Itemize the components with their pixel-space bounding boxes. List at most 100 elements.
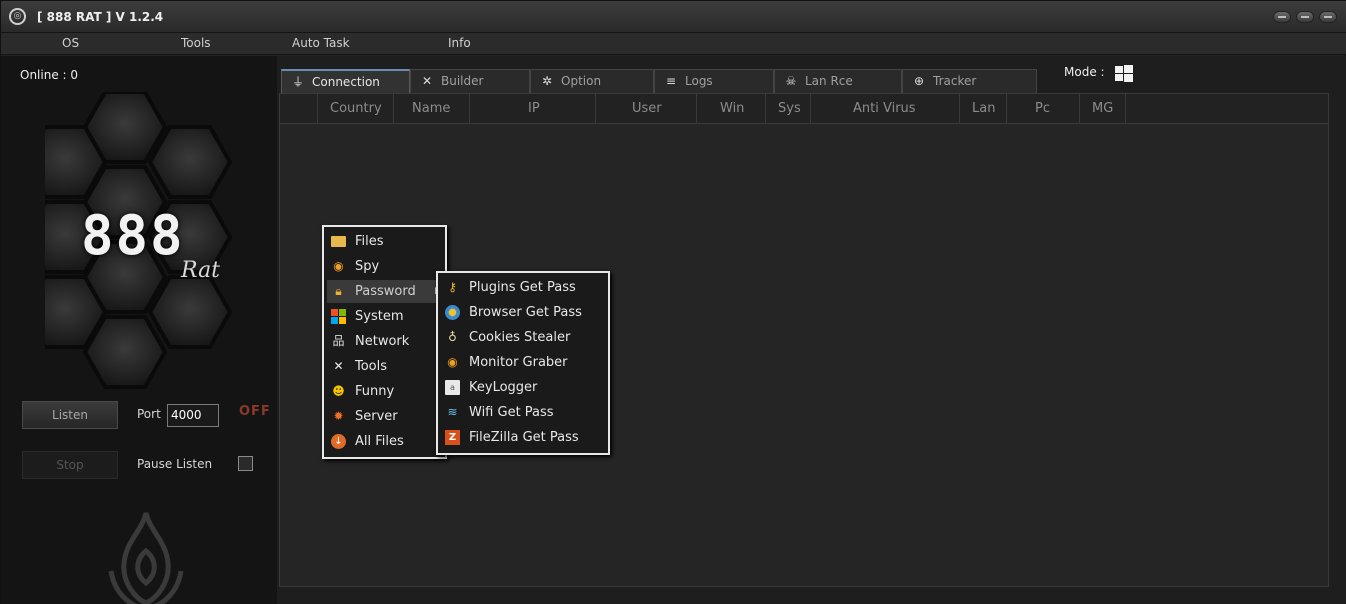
menu-os[interactable]: OS	[62, 36, 79, 50]
menu-item-all-files[interactable]: ↓ All Files	[327, 430, 444, 453]
menu-item-system-label: System	[355, 309, 404, 324]
tab-connection-label: Connection	[312, 75, 380, 89]
column-country[interactable]: Country	[318, 94, 394, 124]
list-header: Country Name IP User Win Sys Anti Virus …	[280, 94, 1328, 124]
mode-label: Mode :	[1064, 65, 1105, 79]
plug-icon: ⏚	[291, 75, 304, 89]
submenu-item-cookies-stealer-label: Cookies Stealer	[469, 330, 571, 345]
menu-item-all-files-label: All Files	[355, 434, 404, 449]
key-icon: ⚷	[448, 280, 457, 294]
menu-item-password-label: Password	[355, 284, 416, 299]
window-controls	[1273, 11, 1337, 23]
app-icon: ◎	[9, 8, 26, 25]
menu-item-funny[interactable]: ☻ Funny	[327, 380, 444, 403]
pause-listen-label: Pause Listen	[137, 457, 213, 471]
submenu-item-wifi-get-pass[interactable]: ≋ Wifi Get Pass	[441, 401, 607, 424]
menu-item-network-label: Network	[355, 334, 410, 349]
menu-item-server-label: Server	[355, 409, 398, 424]
menu-item-network[interactable]: 品 Network	[327, 330, 444, 353]
column-lan[interactable]: Lan	[960, 94, 1007, 124]
pause-listen-checkbox[interactable]	[238, 456, 253, 471]
menu-item-spy[interactable]: ◉ Spy	[327, 255, 444, 278]
column-pc[interactable]: Pc	[1007, 94, 1080, 124]
tab-lan-rce[interactable]: ☠ Lan Rce	[774, 69, 902, 93]
logo-888: 888	[81, 204, 185, 267]
sun-icon: ✹	[333, 409, 344, 423]
tools-icon: ✕	[421, 74, 433, 88]
submenu-item-filezilla-get-pass[interactable]: Z FileZilla Get Pass	[441, 426, 607, 449]
menu-item-tools[interactable]: ✕ Tools	[327, 355, 444, 378]
menu-item-tools-label: Tools	[355, 359, 388, 374]
tab-option[interactable]: ✲ Option	[530, 69, 654, 93]
submenu-item-plugins-get-pass-label: Plugins Get Pass	[469, 280, 576, 295]
eye-icon: ◉	[333, 259, 344, 273]
menu-item-funny-label: Funny	[355, 384, 395, 399]
tab-logs-label: Logs	[685, 74, 713, 88]
menu-item-spy-label: Spy	[355, 259, 380, 274]
maximize-button[interactable]	[1296, 11, 1314, 23]
online-count: Online : 0	[20, 68, 79, 82]
submenu-item-monitor-graber-label: Monitor Graber	[469, 355, 568, 370]
menu-item-server[interactable]: ✹ Server	[327, 405, 444, 428]
column-name[interactable]: Name	[394, 94, 470, 124]
column-sys[interactable]: Sys	[766, 94, 811, 124]
tab-lan-rce-label: Lan Rce	[805, 74, 853, 88]
submenu-item-cookies-stealer[interactable]: ♁ Cookies Stealer	[441, 326, 607, 349]
tools-icon: ✕	[333, 359, 344, 373]
column-blank[interactable]	[280, 94, 318, 124]
menu-auto-task[interactable]: Auto Task	[292, 36, 350, 50]
menu-tools[interactable]: Tools	[181, 36, 211, 50]
submenu-item-keylogger[interactable]: a KeyLogger	[441, 376, 607, 399]
flame-logo-icon	[108, 512, 184, 604]
close-button[interactable]	[1319, 11, 1337, 23]
column-ip[interactable]: IP	[470, 94, 596, 124]
windows-mode-icon[interactable]	[1115, 65, 1133, 82]
title-bar: ◎ [ 888 RAT ] V 1.2.4	[1, 1, 1346, 33]
submenu-item-keylogger-label: KeyLogger	[469, 380, 538, 395]
stop-button[interactable]: Stop	[22, 451, 118, 479]
keyboard-icon: a	[445, 380, 460, 395]
tab-builder-label: Builder	[441, 74, 484, 88]
column-mg[interactable]: MG	[1080, 94, 1126, 124]
tab-connection[interactable]: ⏚ Connection	[281, 69, 410, 93]
column-win[interactable]: Win	[697, 94, 766, 124]
port-input[interactable]: 4000	[167, 404, 219, 427]
submenu-item-browser-get-pass-label: Browser Get Pass	[469, 305, 582, 320]
windows-icon	[331, 309, 346, 324]
tab-tracker-label: Tracker	[933, 74, 977, 88]
submenu-item-browser-get-pass[interactable]: ● Browser Get Pass	[441, 301, 607, 324]
menu-bar: OS Tools Auto Task Info	[1, 33, 1346, 55]
submenu-item-plugins-get-pass[interactable]: ⚷ Plugins Get Pass	[441, 276, 607, 299]
tab-builder[interactable]: ✕ Builder	[410, 69, 530, 93]
wifi-icon: ≋	[447, 405, 458, 419]
submenu-item-monitor-graber[interactable]: ◉ Monitor Graber	[441, 351, 607, 374]
folder-icon	[331, 236, 346, 247]
globe-icon: ●	[445, 305, 460, 320]
minimize-button[interactable]	[1273, 11, 1291, 23]
menu-item-system[interactable]: System	[327, 305, 444, 328]
submenu-item-wifi-get-pass-label: Wifi Get Pass	[469, 405, 554, 420]
menu-item-files[interactable]: Files	[327, 230, 444, 253]
network-icon: 品	[332, 334, 345, 348]
download-icon: ↓	[331, 434, 346, 449]
column-user[interactable]: User	[596, 94, 697, 124]
listen-status: OFF	[239, 404, 271, 419]
eye-icon: ◉	[447, 355, 458, 369]
context-menu: Files ◉ Spy 🔒︎ Password ▶ System 品 Netwo…	[322, 225, 447, 459]
globe-icon: ⊕	[913, 74, 925, 88]
column-anti-virus[interactable]: Anti Virus	[811, 94, 960, 124]
tab-option-label: Option	[561, 74, 602, 88]
listen-button[interactable]: Listen	[22, 401, 118, 429]
app-window: ◎ [ 888 RAT ] V 1.2.4 OS Tools Auto Task…	[0, 0, 1346, 604]
window-title: [ 888 RAT ] V 1.2.4	[37, 10, 164, 24]
lock-icon: 🔒︎	[335, 284, 342, 298]
submenu-item-filezilla-get-pass-label: FileZilla Get Pass	[469, 430, 579, 445]
tab-logs[interactable]: ≡ Logs	[654, 69, 774, 93]
smiley-icon: ☻	[332, 384, 345, 398]
gear-icon: ✲	[541, 74, 553, 88]
menu-item-password[interactable]: 🔒︎ Password ▶	[327, 280, 444, 303]
database-icon: ≡	[665, 74, 677, 88]
menu-info[interactable]: Info	[448, 36, 471, 50]
bag-icon: ♁	[448, 330, 457, 344]
tab-tracker[interactable]: ⊕ Tracker	[902, 69, 1037, 93]
